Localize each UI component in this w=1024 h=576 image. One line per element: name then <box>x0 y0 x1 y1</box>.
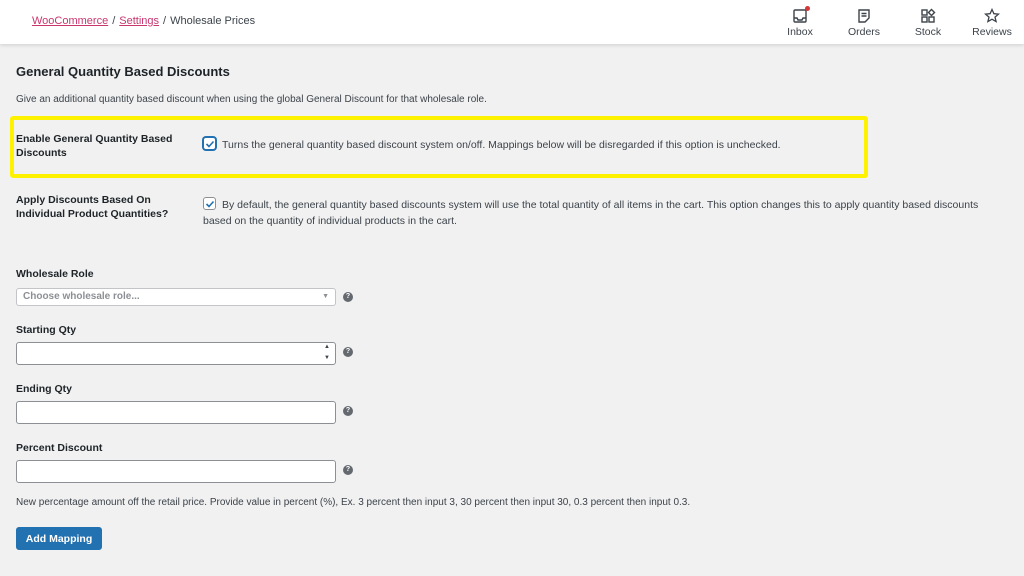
individual-quantities-field: By default, the general quantity based d… <box>203 197 1003 229</box>
enable-discounts-label: Enable General Quantity Based Discounts <box>16 133 173 159</box>
section-title: General Quantity Based Discounts <box>16 64 230 79</box>
breadcrumb-separator: / <box>112 15 116 27</box>
nav-stock[interactable]: Stock <box>896 0 960 44</box>
star-icon <box>984 8 1000 23</box>
wholesale-role-placeholder: Choose wholesale role... <box>23 291 140 302</box>
nav-reviews[interactable]: Reviews <box>960 0 1024 44</box>
starting-qty-input[interactable] <box>16 342 336 365</box>
enable-discounts-field: Turns the general quantity based discoun… <box>203 137 781 153</box>
enable-discounts-checkbox[interactable] <box>203 137 216 150</box>
nav-inbox[interactable]: Inbox <box>768 0 832 44</box>
nav-label: Stock <box>914 26 942 38</box>
spin-up-icon[interactable]: ▲ <box>324 344 330 350</box>
wholesale-role-select[interactable]: Choose wholesale role... ▼ <box>16 288 336 306</box>
wholesale-role-label: Wholesale Role <box>16 268 94 280</box>
inbox-icon <box>792 6 810 24</box>
add-mapping-button[interactable]: Add Mapping <box>16 527 102 550</box>
qty-spinner[interactable]: ▲ ▼ <box>322 344 332 361</box>
starting-qty-wrapper: ▲ ▼ <box>16 342 336 365</box>
nav-label: Orders <box>847 26 881 38</box>
checkmark-icon <box>205 200 215 208</box>
section-description: Give an additional quantity based discou… <box>16 94 487 105</box>
nav-label: Inbox <box>787 26 813 38</box>
help-icon[interactable]: ? <box>343 347 353 357</box>
breadcrumb-woocommerce[interactable]: WooCommerce <box>32 15 108 27</box>
ending-qty-input[interactable] <box>16 401 336 424</box>
stock-icon <box>921 8 936 23</box>
starting-qty-label: Starting Qty <box>16 324 77 336</box>
enable-discounts-description: Turns the general quantity based discoun… <box>222 139 781 151</box>
breadcrumb: WooCommerce / Settings / Wholesale Prices <box>32 15 255 27</box>
spin-down-icon[interactable]: ▼ <box>324 355 330 361</box>
notification-dot <box>805 6 810 11</box>
percent-discount-label: Percent Discount <box>16 442 103 454</box>
breadcrumb-separator: / <box>163 15 167 27</box>
individual-quantities-label: Apply Discounts Based On Individual Prod… <box>16 194 169 220</box>
dropdown-arrow-icon: ▼ <box>322 293 329 300</box>
percent-discount-note: New percentage amount off the retail pri… <box>16 497 691 508</box>
percent-discount-input[interactable] <box>16 460 336 483</box>
help-icon[interactable]: ? <box>343 465 353 475</box>
ending-qty-label: Ending Qty <box>16 383 72 395</box>
orders-icon <box>858 9 870 23</box>
breadcrumb-settings[interactable]: Settings <box>119 15 159 27</box>
top-bar: WooCommerce / Settings / Wholesale Prices In… <box>0 0 1024 44</box>
individual-quantities-checkbox[interactable] <box>203 197 216 210</box>
nav-orders[interactable]: Orders <box>832 0 896 44</box>
breadcrumb-current: Wholesale Prices <box>170 15 256 27</box>
nav-label: Reviews <box>972 26 1012 38</box>
help-icon[interactable]: ? <box>343 292 353 302</box>
activity-nav: Inbox Orders Stock Reviews <box>768 0 1024 44</box>
checkmark-icon <box>205 140 215 148</box>
help-icon[interactable]: ? <box>343 406 353 416</box>
individual-quantities-description: By default, the general quantity based d… <box>203 199 979 227</box>
